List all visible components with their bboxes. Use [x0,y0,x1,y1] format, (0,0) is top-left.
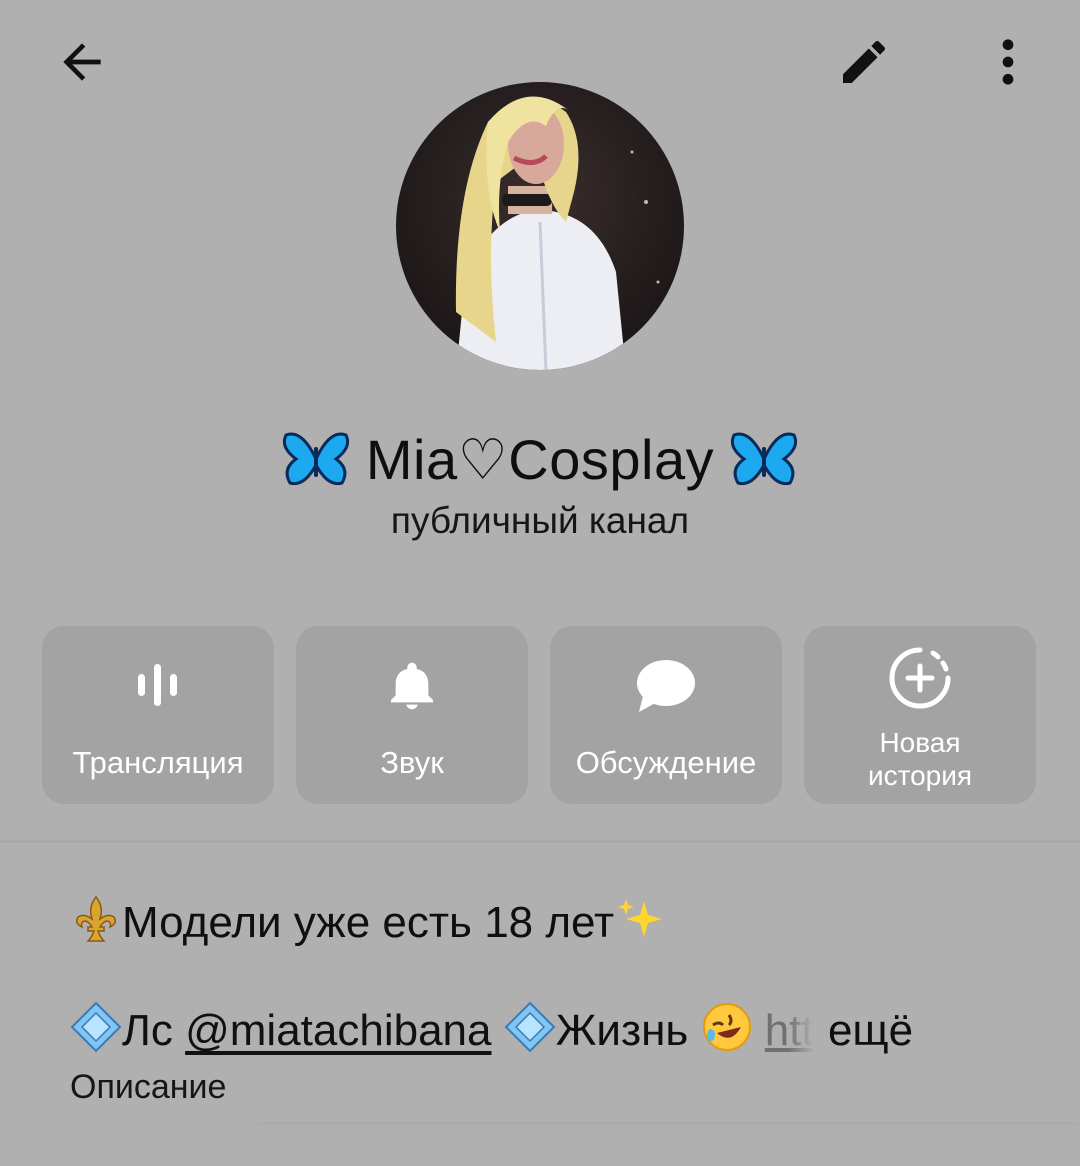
description-age-text: Модели уже есть 18 лет [122,898,615,947]
discussion-button[interactable]: Обсуждение [550,626,782,804]
diamond-shape-icon [70,1001,122,1053]
show-more-button[interactable]: ещё [828,1006,913,1055]
bottom-divider [258,1122,1078,1125]
channel-type: публичный канал [390,500,690,541]
new-story-label-line2: история [867,760,973,791]
bell-icon [374,648,450,724]
discussion-label: Обсуждение [575,745,757,780]
arrow-left-icon [63,43,101,81]
text-fade-overlay [787,1008,814,1059]
butterfly-icon [283,432,350,486]
mention-link[interactable]: @miatachibana [185,1006,491,1055]
vertical-dots-icon [1002,39,1014,85]
dm-prefix-text: Лс [122,1006,186,1055]
live-stream-icon [120,648,196,724]
sound-label: Звук [380,745,444,780]
sparkles-icon [618,899,663,937]
live-stream-label: Трансляция [72,745,244,780]
new-story-label-line1: Новая [879,727,961,758]
channel-avatar[interactable] [396,82,684,370]
fleur-de-lis-icon [75,895,117,942]
pencil-icon [843,40,886,83]
description-line-1: Модели уже есть 18 лет [70,888,1030,958]
description-line-2: Лс @miatachibana Жизнь htt ещё [70,996,1030,1066]
rolling-laughing-emoji-icon [702,1003,751,1051]
action-buttons-row: Трансляция Звук Обсуждение Новая история [42,626,1038,804]
channel-avatar-photo [396,82,684,370]
diamond-shape-icon [504,1001,556,1053]
edit-button[interactable] [824,22,904,102]
more-options-button[interactable] [968,22,1048,102]
channel-title: Mia♡Cosplay [0,416,1080,500]
add-story-icon [882,640,958,716]
channel-name: Mia♡Cosplay [365,428,715,492]
channel-description: Модели уже есть 18 лет Лс @miatachibana … [70,888,1030,1107]
section-divider [0,840,1080,843]
new-story-button[interactable]: Новая история [804,626,1036,804]
chat-bubble-icon [628,648,704,724]
back-button[interactable] [42,22,122,102]
life-text: Жизнь [555,1006,701,1055]
sound-button[interactable]: Звук [296,626,528,804]
butterfly-icon [730,432,797,486]
description-label: Описание [70,1068,227,1106]
live-stream-button[interactable]: Трансляция [42,626,274,804]
new-story-label: Новая история [868,726,972,792]
